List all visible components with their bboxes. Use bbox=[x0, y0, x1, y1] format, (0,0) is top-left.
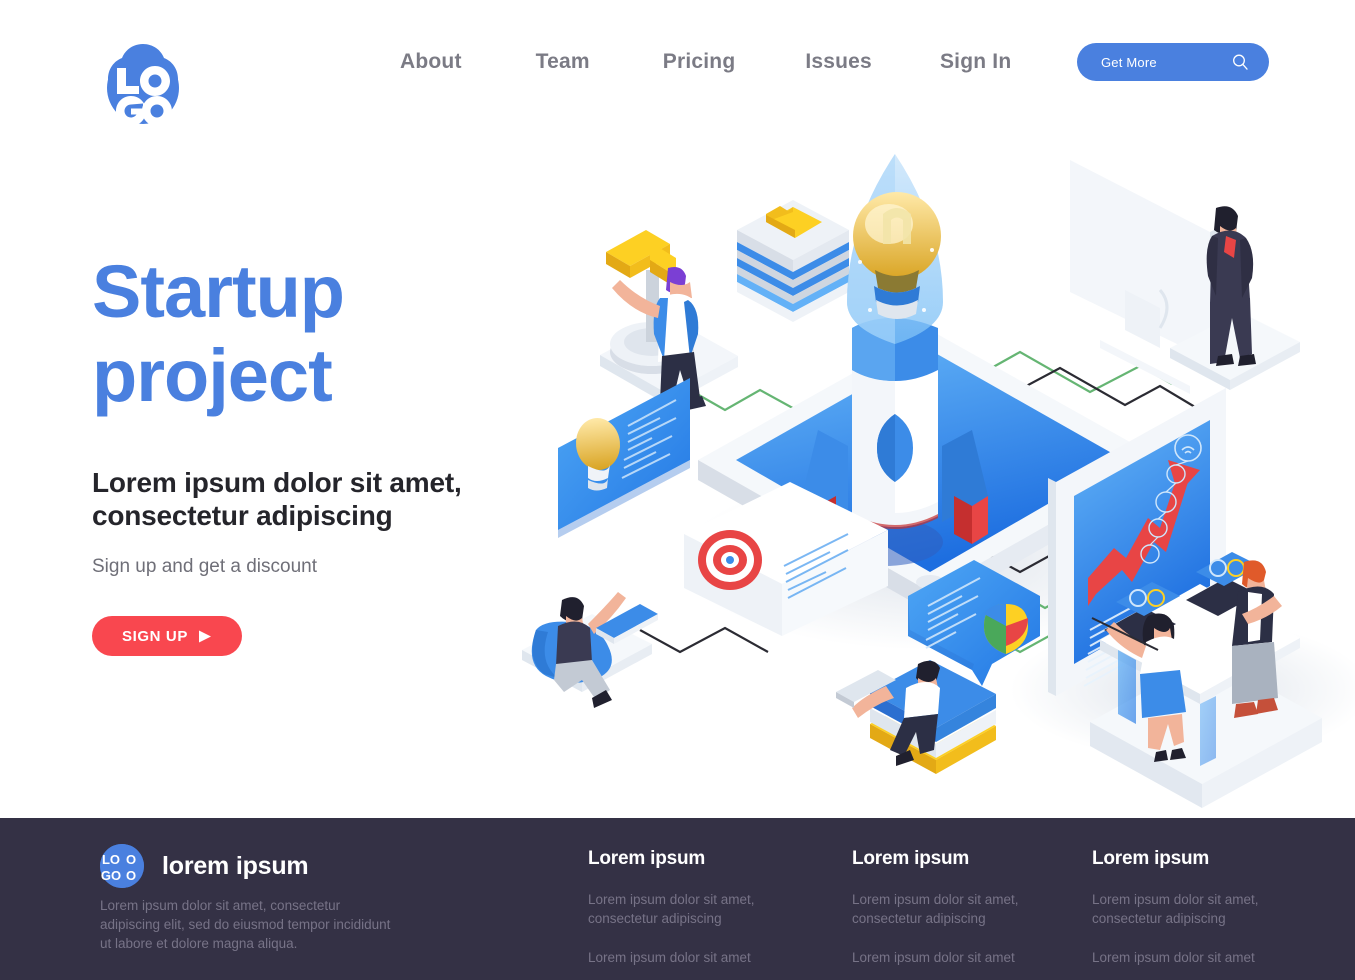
get-more-button[interactable]: Get More bbox=[1077, 43, 1269, 81]
page-title: Startup project bbox=[92, 250, 562, 418]
nav-item-pricing[interactable]: Pricing bbox=[663, 44, 736, 80]
footer-column-title: Lorem ipsum bbox=[852, 848, 970, 869]
hero-section: Startup project Lorem ipsum dolor sit am… bbox=[92, 250, 562, 656]
logo-icon bbox=[107, 44, 179, 126]
hero-illustration bbox=[500, 130, 1355, 820]
desktop-monitor-with-businessman bbox=[1070, 150, 1300, 394]
footer-brand-name: lorem ipsum bbox=[162, 851, 309, 880]
footer-logo-glyph: LO GO O O bbox=[100, 844, 144, 888]
person-in-beanbag-with-laptop bbox=[522, 592, 658, 708]
sign-up-button[interactable]: SIGN UP bbox=[92, 616, 242, 656]
svg-text:GO: GO bbox=[101, 868, 121, 883]
hero-note: Sign up and get a discount bbox=[92, 556, 318, 577]
play-icon bbox=[198, 630, 211, 642]
footer-link[interactable]: Lorem ipsum dolor sit amet, consectetur … bbox=[852, 890, 1082, 928]
footer-column-title: Lorem ipsum bbox=[588, 848, 706, 869]
target-icon bbox=[698, 530, 762, 590]
sign-up-label: SIGN UP bbox=[122, 627, 188, 645]
hero-subtitle-line-1: Lorem ipsum dolor sit amet, bbox=[92, 467, 462, 498]
footer-about-text: Lorem ipsum dolor sit amet, consectetur … bbox=[100, 898, 391, 951]
hero-title-line-1: Startup bbox=[92, 250, 345, 333]
footer-link[interactable]: Lorem ipsum dolor sit amet bbox=[588, 948, 818, 967]
site-header: About Team Pricing Issues Sign In Get Mo… bbox=[0, 0, 1355, 140]
footer-brand[interactable]: LO GO O O lorem ipsum bbox=[100, 844, 309, 888]
nav-item-about[interactable]: About bbox=[400, 44, 462, 80]
hero-title-line-2: project bbox=[92, 334, 333, 417]
footer-link[interactable]: Lorem ipsum dolor sit amet, consectetur … bbox=[588, 890, 818, 928]
person-turning-lever bbox=[600, 230, 738, 410]
footer-link[interactable]: Lorem ipsum dolor sit amet, consectetur … bbox=[1092, 890, 1322, 928]
nav-item-issues[interactable]: Issues bbox=[805, 44, 872, 80]
footer-column-title: Lorem ipsum bbox=[1092, 848, 1210, 869]
hero-subtitle-line-2: consectetur adipiscing bbox=[92, 500, 393, 531]
lightbulb-info-card bbox=[558, 378, 690, 538]
yellow-lever-handle bbox=[606, 230, 676, 288]
footer-column-3: Lorem ipsum Lorem ipsum dolor sit amet, … bbox=[1092, 848, 1322, 967]
person-on-books-with-laptop bbox=[836, 660, 996, 774]
footer-logo-icon: LO GO O O bbox=[100, 844, 144, 888]
footer-column-1: Lorem ipsum Lorem ipsum dolor sit amet, … bbox=[588, 848, 818, 967]
get-more-label: Get More bbox=[1101, 54, 1157, 70]
search-icon[interactable] bbox=[1232, 54, 1249, 71]
site-logo[interactable] bbox=[97, 42, 189, 134]
footer-link[interactable]: Lorem ipsum dolor sit amet bbox=[1092, 948, 1322, 967]
hero-subtitle: Lorem ipsum dolor sit amet, consectetur … bbox=[92, 466, 562, 532]
svg-text:LO: LO bbox=[102, 852, 120, 867]
footer-link[interactable]: Lorem ipsum dolor sit amet bbox=[852, 948, 1082, 967]
isometric-scene bbox=[522, 150, 1355, 808]
svg-text:O: O bbox=[126, 868, 136, 883]
nav-item-team[interactable]: Team bbox=[536, 44, 590, 80]
footer-column-2: Lorem ipsum Lorem ipsum dolor sit amet, … bbox=[852, 848, 1082, 967]
site-footer: LO GO O O lorem ipsum Lorem ipsum dolor … bbox=[0, 818, 1355, 980]
main-navigation: About Team Pricing Issues Sign In bbox=[400, 44, 1011, 80]
server-stack-with-folder bbox=[737, 200, 849, 322]
svg-text:O: O bbox=[126, 852, 136, 867]
nav-item-sign-in[interactable]: Sign In bbox=[940, 44, 1011, 80]
